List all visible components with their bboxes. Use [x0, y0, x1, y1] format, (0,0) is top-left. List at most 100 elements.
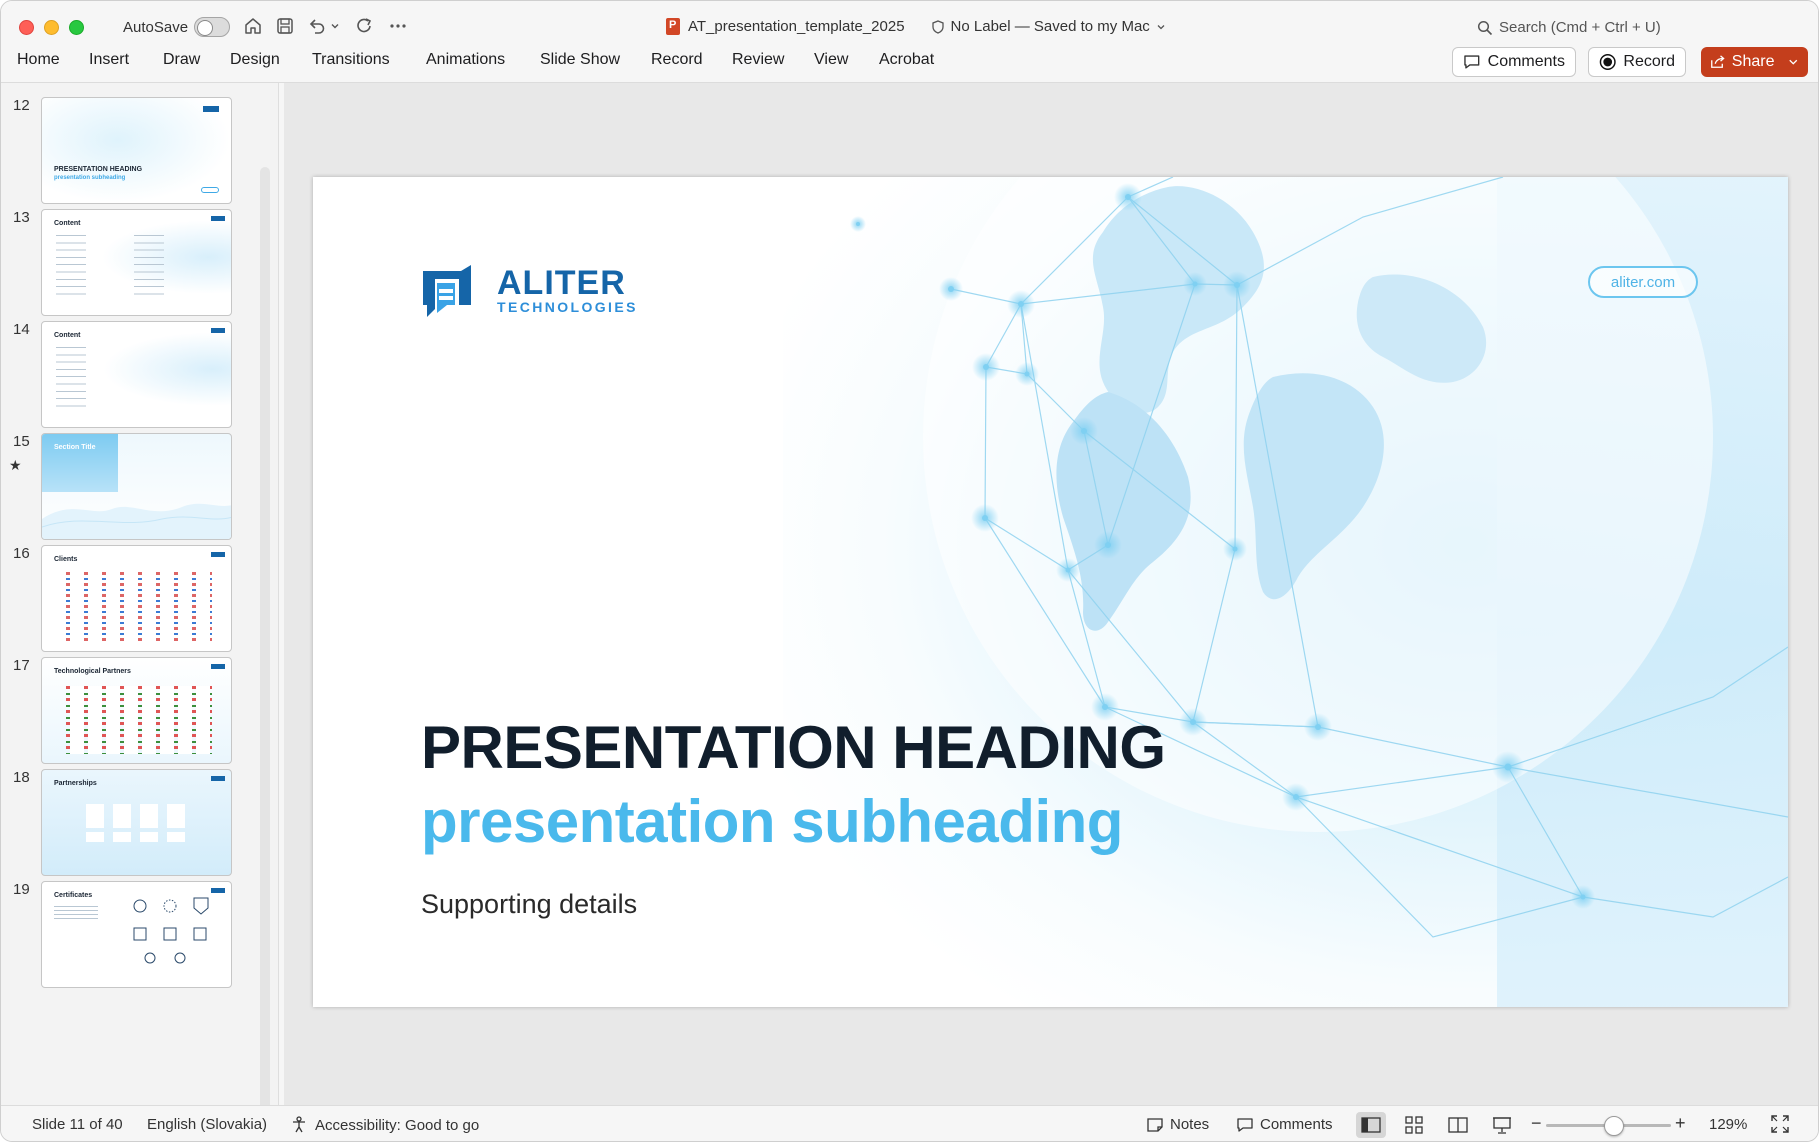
aliter-logo-icon: [211, 328, 225, 333]
chevron-down-icon[interactable]: [1788, 57, 1799, 67]
thumbnail-title: Technological Partners: [54, 668, 131, 675]
normal-view-button[interactable]: [1356, 1112, 1386, 1138]
aliter-logo-icon: [211, 664, 225, 669]
comment-icon: [1464, 55, 1480, 69]
tab-transitions[interactable]: Transitions: [312, 51, 390, 69]
current-slide[interactable]: ALITER TECHNOLOGIES aliter.com PRESENTAT…: [313, 177, 1788, 1007]
status-comments-button[interactable]: Comments: [1236, 1116, 1333, 1133]
save-icon[interactable]: [273, 14, 297, 38]
thumbnail-title: Clients: [54, 556, 78, 563]
zoom-in-button[interactable]: +: [1675, 1113, 1686, 1134]
accessibility-icon: [293, 1116, 305, 1133]
slide-thumbnail-row[interactable]: 12 PRESENTATION HEADING presentation sub…: [1, 83, 271, 204]
close-window-button[interactable]: [19, 20, 34, 35]
slide-editing-area[interactable]: ALITER TECHNOLOGIES aliter.com PRESENTAT…: [284, 83, 1818, 1105]
zoom-level[interactable]: 129%: [1709, 1116, 1747, 1133]
presentation-heading[interactable]: PRESENTATION HEADING: [421, 713, 1166, 782]
ribbon-tab-bar: Home Insert Draw Design Transitions Anim…: [1, 45, 1818, 83]
search-box[interactable]: Search (Cmd + Ctrl + U): [1477, 19, 1661, 36]
logo-line-aliter: ALITER: [497, 264, 626, 302]
sensitivity-label-status[interactable]: No Label — Saved to my Mac: [931, 18, 1166, 35]
slide-number: 12: [13, 97, 30, 114]
slide-thumbnail[interactable]: Partnerships: [41, 769, 232, 876]
tab-view[interactable]: View: [814, 51, 848, 69]
aliter-logo-icon: [211, 552, 225, 557]
document-name: AT_presentation_template_2025: [688, 18, 905, 35]
url-pill[interactable]: aliter.com: [1588, 266, 1698, 298]
thumbnail-scrollbar-thumb[interactable]: [260, 167, 270, 1105]
animation-star-icon: ★: [9, 457, 22, 473]
home-icon[interactable]: [241, 14, 265, 38]
powerpoint-window: AutoSave AT_presentation_template_2025 N…: [0, 0, 1819, 1142]
minimize-window-button[interactable]: [44, 20, 59, 35]
more-options-icon[interactable]: [386, 14, 410, 38]
maximize-window-button[interactable]: [69, 20, 84, 35]
zoom-slider-handle[interactable]: [1604, 1116, 1624, 1136]
thumbnail-scrollbar[interactable]: [259, 167, 271, 1105]
slide-thumbnail-row[interactable]: 18 Partnerships: [1, 755, 271, 876]
shield-icon: [931, 19, 944, 34]
tab-draw[interactable]: Draw: [163, 51, 200, 69]
chevron-down-icon: [1157, 24, 1165, 29]
tab-design[interactable]: Design: [230, 51, 280, 69]
undo-dropdown-chevron-icon[interactable]: [327, 14, 343, 38]
slide-thumbnail-row[interactable]: 16 Clients: [1, 531, 271, 652]
record-button-label: Record: [1623, 53, 1675, 70]
supporting-details[interactable]: Supporting details: [421, 889, 637, 920]
book-icon: [1448, 1117, 1468, 1133]
autosave-toggle[interactable]: [194, 17, 230, 37]
tab-record[interactable]: Record: [651, 51, 703, 69]
slide-thumbnail[interactable]: PRESENTATION HEADING presentation subhea…: [41, 97, 232, 204]
content-list-preview: [56, 347, 86, 411]
slide-thumbnail-row[interactable]: 14 Content: [1, 307, 271, 428]
slide-thumbnail-row[interactable]: 15 ★ Section Title: [1, 419, 271, 540]
share-button-label: Share: [1731, 53, 1775, 70]
zoom-out-button[interactable]: −: [1531, 1113, 1542, 1134]
aliter-logo-icon: [211, 776, 225, 781]
notes-label: Notes: [1170, 1116, 1210, 1133]
thumbnail-title: PRESENTATION HEADING: [54, 166, 143, 173]
fit-to-window-icon: [1771, 1115, 1789, 1133]
reading-view-button[interactable]: [1443, 1112, 1473, 1138]
url-pill-shape: [201, 187, 219, 193]
wave-mesh-graphic: [42, 503, 231, 539]
comments-button-label: Comments: [1487, 53, 1565, 70]
slide-thumbnail[interactable]: Content: [41, 321, 232, 428]
slide-thumbnail-row[interactable]: 19 Certificates: [1, 867, 271, 988]
share-button[interactable]: Share: [1701, 47, 1808, 77]
slide-thumbnail[interactable]: Content: [41, 209, 232, 316]
fit-to-window-button[interactable]: [1771, 1115, 1789, 1133]
slide-thumbnail[interactable]: Section Title: [41, 433, 232, 540]
slide-thumbnail[interactable]: Clients: [41, 545, 232, 652]
redo-icon[interactable]: [353, 14, 377, 38]
tab-insert[interactable]: Insert: [89, 51, 129, 69]
tab-home[interactable]: Home: [17, 51, 60, 69]
tab-acrobat[interactable]: Acrobat: [879, 51, 934, 69]
certificate-badges-graphic: [133, 897, 209, 964]
presentation-subheading[interactable]: presentation subheading: [421, 787, 1123, 856]
slide-thumbnail-row[interactable]: 13 Content: [1, 195, 271, 316]
tab-review[interactable]: Review: [732, 51, 784, 69]
slide-sorter-view-button[interactable]: [1399, 1112, 1429, 1138]
undo-icon[interactable]: [305, 14, 329, 38]
thumbnail-title: Content: [54, 332, 81, 339]
slide-number: 18: [13, 769, 30, 786]
record-button[interactable]: Record: [1588, 47, 1686, 77]
thumbnail-title: Section Title: [54, 444, 96, 451]
document-title: AT_presentation_template_2025 No Label —…: [666, 18, 1166, 35]
notes-button[interactable]: Notes: [1146, 1116, 1209, 1133]
slide-thumbnail-row[interactable]: 17 Technological Partners: [1, 643, 271, 764]
tab-animations[interactable]: Animations: [426, 51, 505, 69]
slide-thumbnail[interactable]: Technological Partners: [41, 657, 232, 764]
grid-view-icon: [1405, 1116, 1423, 1134]
slide-thumbnail[interactable]: Certificates: [41, 881, 232, 988]
autosave-label: AutoSave: [123, 19, 189, 36]
comments-button[interactable]: Comments: [1452, 47, 1576, 77]
tab-slide-show[interactable]: Slide Show: [540, 51, 620, 69]
language-indicator[interactable]: English (Slovakia): [147, 1116, 267, 1133]
slide-show-view-button[interactable]: [1487, 1112, 1517, 1138]
partnership-logo-grid: [86, 804, 194, 828]
accessibility-status[interactable]: Accessibility: Good to go: [291, 1116, 479, 1134]
powerpoint-file-icon: [666, 18, 680, 35]
slide-thumbnail-pane[interactable]: 12 PRESENTATION HEADING presentation sub…: [1, 83, 279, 1105]
